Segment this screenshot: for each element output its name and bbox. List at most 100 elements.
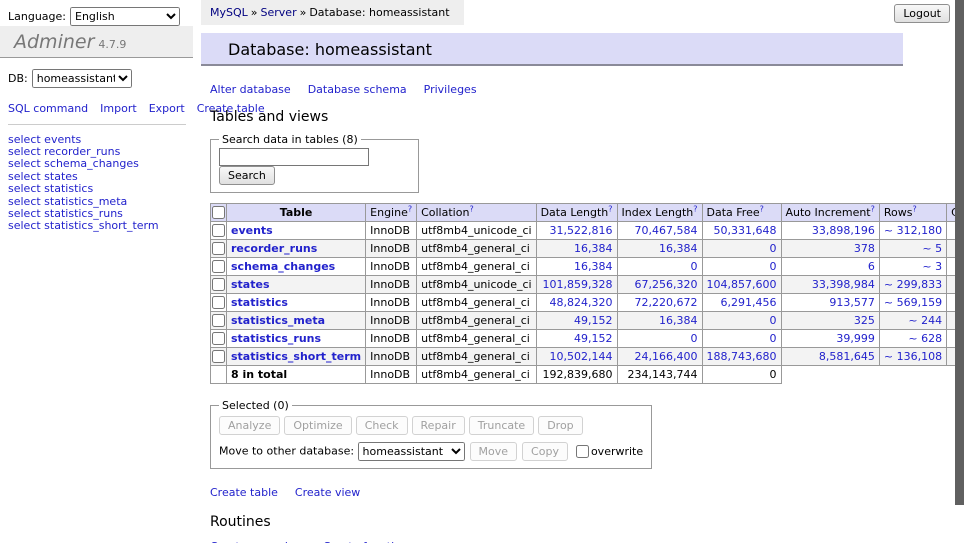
table-name-link[interactable]: schema_changes [231,260,335,273]
data-free-link[interactable]: 6,291,456 [707,296,777,309]
help-link-icon[interactable]: ? [408,204,412,213]
index-length-link[interactable]: 24,166,400 [622,350,698,363]
language-select[interactable]: English [70,7,180,26]
rows-count-link[interactable]: ~ 312,180 [884,224,942,237]
index-length-link[interactable]: 16,384 [622,314,698,327]
data-free-link[interactable]: 0 [707,260,777,273]
optimize-button[interactable]: Optimize [284,416,351,435]
overwrite-checkbox[interactable] [576,445,589,458]
auto-increment-link[interactable]: 325 [786,314,875,327]
create-view-link[interactable]: Create view [295,486,360,499]
data-length-link[interactable]: 49,152 [541,332,613,345]
data-length-link[interactable]: 16,384 [541,260,613,273]
sidebar-link-import[interactable]: Import [100,102,137,115]
auto-increment-link[interactable]: 8,581,645 [786,350,875,363]
auto-increment-link[interactable]: 33,898,196 [786,224,875,237]
analyze-button[interactable]: Analyze [219,416,280,435]
row-checkbox[interactable] [212,296,225,309]
db-select[interactable]: homeassistant [32,69,132,88]
data-length-link[interactable]: 48,824,320 [541,296,613,309]
sidebar-item-select-statistics[interactable]: select statistics [8,183,193,195]
table-name-cell: recorder_runs [227,240,366,258]
table-name-link[interactable]: statistics_short_term [231,350,361,363]
data-free-link[interactable]: 0 [707,332,777,345]
data-free-link[interactable]: 0 [707,242,777,255]
help-link-icon[interactable]: ? [608,204,612,213]
data-length-link[interactable]: 49,152 [541,314,613,327]
table-name-link[interactable]: statistics [231,296,288,309]
index-length-link[interactable]: 0 [622,332,698,345]
row-checkbox[interactable] [212,242,225,255]
row-checkbox[interactable] [212,260,225,273]
sidebar-item-select-schema-changes[interactable]: select schema_changes [8,158,193,170]
help-link-icon[interactable]: ? [871,204,875,213]
auto-increment-cell: 39,999 [781,330,879,348]
help-link-icon[interactable]: ? [912,204,916,213]
data-free-link[interactable]: 188,743,680 [707,350,777,363]
breadcrumb-link-server[interactable]: Server [261,6,297,19]
row-checkbox[interactable] [212,332,225,345]
rows-count-link[interactable]: ~ 136,108 [884,350,942,363]
index-length-link[interactable]: 67,256,320 [622,278,698,291]
rows-count-link[interactable]: ~ 569,159 [884,296,942,309]
index-length-link[interactable]: 0 [622,260,698,273]
sidebar-item-select-statistics-short-term[interactable]: select statistics_short_term [8,220,193,232]
row-checkbox[interactable] [212,350,225,363]
sidebar-link-export[interactable]: Export [149,102,185,115]
data-free-link[interactable]: 104,857,600 [707,278,777,291]
truncate-button[interactable]: Truncate [469,416,534,435]
check-button[interactable]: Check [356,416,408,435]
repair-button[interactable]: Repair [412,416,465,435]
index-length-link[interactable]: 16,384 [622,242,698,255]
index-length-link[interactable]: 70,467,584 [622,224,698,237]
select-all-checkbox[interactable] [212,206,225,219]
privileges-link[interactable]: Privileges [424,83,477,96]
auto-increment-link[interactable]: 33,398,984 [786,278,875,291]
search-input[interactable] [219,148,369,166]
help-link-icon[interactable]: ? [760,204,764,213]
auto-increment-link[interactable]: 913,577 [786,296,875,309]
data-free-link[interactable]: 50,331,648 [707,224,777,237]
rows-count-link[interactable]: ~ 5 [884,242,942,255]
drop-button[interactable]: Drop [538,416,582,435]
create-table-link[interactable]: Create table [210,486,278,499]
rows-count-cell: ~ 569,159 [879,294,946,312]
breadcrumb-link-mysql[interactable]: MySQL [210,6,248,19]
rows-count-link[interactable]: ~ 3 [884,260,942,273]
database-schema-link[interactable]: Database schema [308,83,407,96]
scrollbar-thumb[interactable] [955,0,964,505]
help-link-icon[interactable]: ? [469,204,473,213]
data-free-link[interactable]: 0 [707,314,777,327]
table-name-link[interactable]: statistics_meta [231,314,325,327]
sidebar-link-sql-command[interactable]: SQL command [8,102,88,115]
row-checkbox[interactable] [212,224,225,237]
move-db-select[interactable]: homeassistant [358,442,465,461]
data-length-link[interactable]: 101,859,328 [541,278,613,291]
logout-button[interactable]: Logout [894,4,950,23]
auto-increment-link[interactable]: 6 [786,260,875,273]
app-version[interactable]: 4.7.9 [98,38,126,51]
search-button[interactable]: Search [219,166,275,185]
header-label: Collation [421,206,469,219]
auto-increment-link[interactable]: 378 [786,242,875,255]
index-length-cell: 72,220,672 [617,294,702,312]
alter-database-link[interactable]: Alter database [210,83,291,96]
data-length-link[interactable]: 10,502,144 [541,350,613,363]
copy-button[interactable]: Copy [522,442,568,461]
rows-count-link[interactable]: ~ 299,833 [884,278,942,291]
table-row: eventsInnoDButf8mb4_unicode_ci31,522,816… [211,222,966,240]
table-name-link[interactable]: recorder_runs [231,242,317,255]
rows-count-link[interactable]: ~ 628 [884,332,942,345]
index-length-link[interactable]: 72,220,672 [622,296,698,309]
move-button[interactable]: Move [470,442,518,461]
row-checkbox[interactable] [212,314,225,327]
table-name-link[interactable]: statistics_runs [231,332,321,345]
help-link-icon[interactable]: ? [693,204,697,213]
rows-count-link[interactable]: ~ 244 [884,314,942,327]
row-checkbox[interactable] [212,278,225,291]
data-length-link[interactable]: 16,384 [541,242,613,255]
table-name-link[interactable]: states [231,278,270,291]
data-length-link[interactable]: 31,522,816 [541,224,613,237]
table-name-link[interactable]: events [231,224,273,237]
auto-increment-link[interactable]: 39,999 [786,332,875,345]
